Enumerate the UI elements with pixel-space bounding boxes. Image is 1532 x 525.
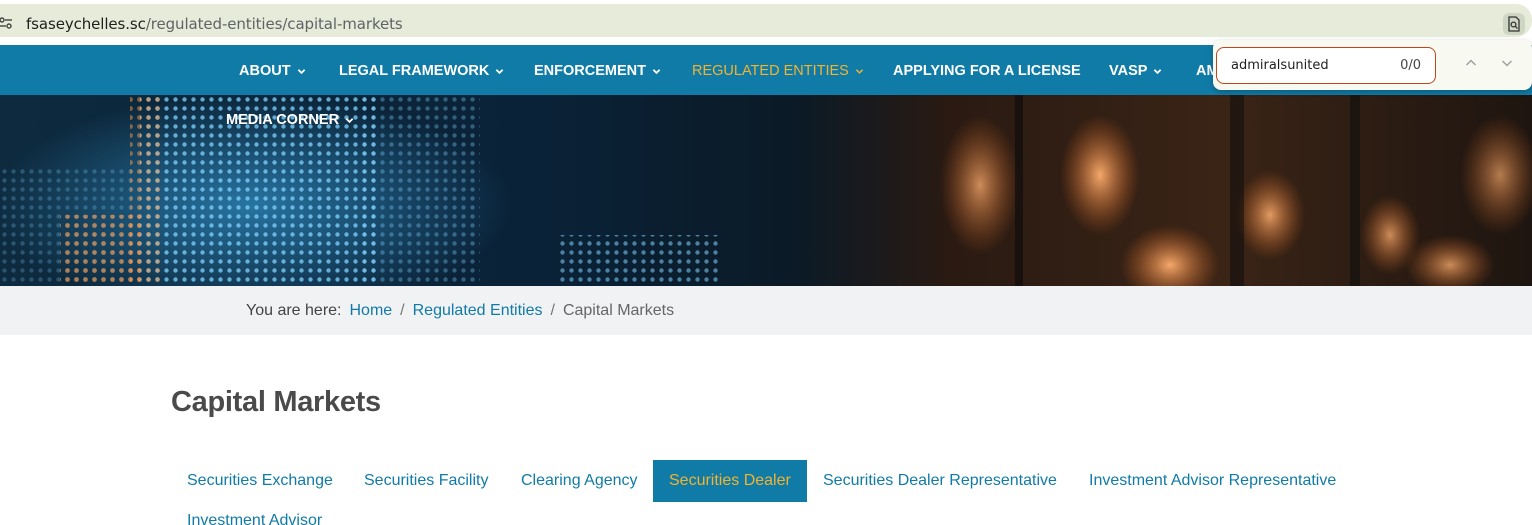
browser-toolbar: fsaseychelles.sc/regulated-entities/capi… xyxy=(0,0,1532,45)
find-in-page-icon[interactable] xyxy=(1503,13,1525,35)
chevron-down-icon xyxy=(496,68,504,74)
nav-item-regulated-entities[interactable]: REGULATED ENTITIES xyxy=(692,63,864,79)
find-bar: admiralsunited 0/0 xyxy=(1213,40,1532,90)
nav-item-enforcement[interactable]: ENFORCEMENT xyxy=(534,63,661,79)
nav-item-legal-framework[interactable]: LEGAL FRAMEWORK xyxy=(339,63,504,79)
nav-item-label: LEGAL FRAMEWORK xyxy=(339,63,490,79)
tab-securities-facility[interactable]: Securities Facility xyxy=(348,460,504,502)
tab-securities-dealer-representative[interactable]: Securities Dealer Representative xyxy=(807,460,1073,502)
tab-investment-advisor[interactable]: Investment Advisor xyxy=(171,500,338,525)
nav-item-about[interactable]: ABOUT xyxy=(239,63,306,79)
tab-securities-exchange[interactable]: Securities Exchange xyxy=(171,460,349,502)
chevron-down-icon[interactable] xyxy=(1500,56,1514,70)
breadcrumb: You are here: Home / Regulated Entities … xyxy=(0,286,1532,335)
nav-item-label: ABOUT xyxy=(239,63,291,79)
nav-item-label: ENFORCEMENT xyxy=(534,63,646,79)
breadcrumb-separator: / xyxy=(400,302,405,319)
nav-item-label: VASP xyxy=(1109,63,1148,79)
nav-item-media-corner[interactable]: MEDIA CORNER xyxy=(226,112,354,128)
tab-investment-advisor-representative[interactable]: Investment Advisor Representative xyxy=(1073,460,1352,502)
chevron-down-icon xyxy=(1154,68,1162,74)
chevron-down-icon xyxy=(652,68,661,74)
breadcrumb-current: Capital Markets xyxy=(562,302,675,319)
nav-item-vasp[interactable]: VASP xyxy=(1109,63,1162,79)
breadcrumb-home[interactable]: Home xyxy=(349,302,392,320)
address-bar[interactable]: fsaseychelles.sc/regulated-entities/capi… xyxy=(0,4,1532,37)
nav-item-label: REGULATED ENTITIES xyxy=(692,63,849,79)
nav-item-applying-for-a-license[interactable]: APPLYING FOR A LICENSE xyxy=(893,63,1081,79)
breadcrumb-prefix: You are here: xyxy=(246,302,342,319)
nav-item-label: APPLYING FOR A LICENSE xyxy=(893,63,1081,79)
chevron-up-icon[interactable] xyxy=(1464,56,1478,70)
hero-banner: MEDIA CORNER xyxy=(0,95,1532,286)
tune-icon[interactable] xyxy=(0,16,12,30)
page-title: Capital Markets xyxy=(171,386,381,418)
chevron-down-icon xyxy=(345,117,354,123)
chevron-down-icon xyxy=(297,68,305,74)
chevron-down-icon xyxy=(855,68,864,74)
nav-item-label: MEDIA CORNER xyxy=(226,112,340,128)
url-path: /regulated-entities/capital-markets xyxy=(145,15,403,33)
url-domain: fsaseychelles.sc xyxy=(26,15,146,33)
find-count: 0/0 xyxy=(1400,58,1421,73)
url-text[interactable]: fsaseychelles.sc/regulated-entities/capi… xyxy=(26,15,403,33)
breadcrumb-separator: / xyxy=(550,302,555,319)
tab-securities-dealer[interactable]: Securities Dealer xyxy=(653,460,807,502)
find-query: admiralsunited xyxy=(1231,58,1329,73)
page: fsaseychelles.sc/regulated-entities/capi… xyxy=(0,0,1532,525)
breadcrumb-regulated-entities[interactable]: Regulated Entities xyxy=(413,302,543,320)
tab-clearing-agency[interactable]: Clearing Agency xyxy=(505,460,654,502)
find-input[interactable]: admiralsunited 0/0 xyxy=(1216,47,1436,84)
